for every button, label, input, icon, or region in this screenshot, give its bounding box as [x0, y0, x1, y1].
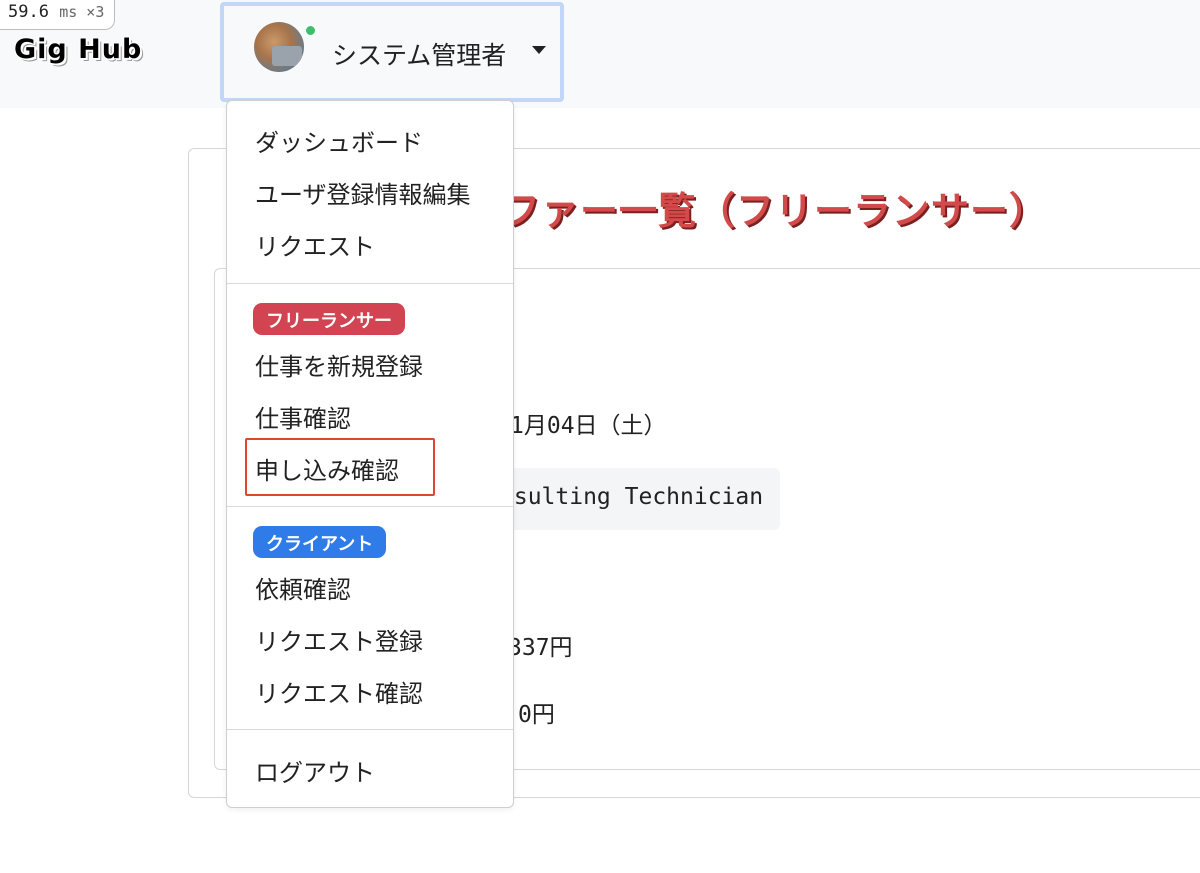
brand-logo[interactable]: Gig Hub [14, 34, 142, 65]
chevron-down-icon [532, 46, 546, 54]
menu-item-request[interactable]: リクエスト [255, 227, 375, 262]
user-dropdown-menu: ダッシュボード ユーザ登録情報編集 リクエスト フリーランサー 仕事を新規登録 … [226, 100, 514, 808]
perf-value: 59.6 [8, 2, 49, 22]
menu-item-job-check[interactable]: 仕事確認 [255, 399, 351, 434]
menu-divider [227, 283, 513, 284]
perf-unit: ms ×3 [59, 3, 105, 21]
offer-date: 1月04日（土） [510, 413, 667, 439]
offer-price: 337円 [508, 635, 573, 661]
menu-item-dashboard[interactable]: ダッシュボード [255, 123, 423, 158]
menu-divider [227, 506, 513, 507]
offer-job-title: nsulting Technician [490, 468, 780, 530]
menu-item-order-check[interactable]: 依頼確認 [255, 570, 351, 605]
freelancer-badge: フリーランサー [253, 303, 405, 335]
user-menu-toggle[interactable]: システム管理者 [220, 2, 564, 102]
menu-item-request-check[interactable]: リクエスト確認 [255, 674, 423, 709]
client-badge: クライアント [253, 526, 387, 558]
offer-price-2: 0円 [518, 702, 555, 728]
performance-overlay: 59.6 ms ×3 [0, 0, 116, 30]
user-name: システム管理者 [332, 41, 507, 70]
menu-item-request-register[interactable]: リクエスト登録 [255, 622, 423, 657]
avatar [254, 22, 304, 72]
title-visible-part: ファー一覧（フリーランサー） [502, 189, 1049, 233]
menu-item-logout[interactable]: ログアウト [255, 753, 375, 788]
menu-item-edit-profile[interactable]: ユーザ登録情報編集 [255, 175, 471, 210]
avatar-laptop [272, 46, 302, 66]
top-navbar: 59.6 ms ×3 Gig Hub システム管理者 [0, 0, 1200, 108]
menu-item-new-job[interactable]: 仕事を新規登録 [255, 347, 423, 382]
menu-divider [227, 729, 513, 730]
online-status-dot [304, 24, 317, 37]
menu-item-application-check[interactable]: 申し込み確認 [255, 451, 399, 486]
